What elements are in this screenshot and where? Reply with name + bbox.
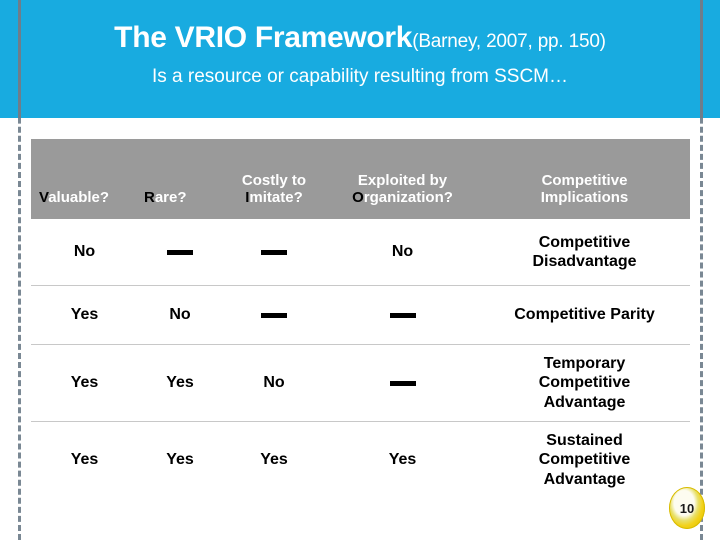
table-header-row: Valuable? Rare? Costly to Imitate? Explo… <box>31 139 690 219</box>
implications-line: Competitive Parity <box>514 306 655 324</box>
implications-line: Advantage <box>543 393 626 411</box>
vrio-table: Valuable? Rare? Costly to Imitate? Explo… <box>31 139 690 498</box>
cell-imitate <box>222 285 326 345</box>
title-citation-text: (Barney, 2007, pp. 150) <box>412 31 606 52</box>
cell-rare: Yes <box>138 344 222 422</box>
cell-organization: No <box>326 219 479 286</box>
column-header-organization-line1: Exploited by <box>357 171 448 189</box>
implications-line: Competitive <box>538 374 631 392</box>
left-guide-line-header-segment <box>18 0 21 118</box>
cell-imitate: No <box>222 344 326 422</box>
slide-header-band: The VRIO Framework(Barney, 2007, pp. 150… <box>0 0 720 118</box>
implications-line: Competitive <box>538 233 631 251</box>
table-row: Yes Yes No Temporary Competitive Advantage <box>31 344 690 422</box>
column-header-competitive-implications: Competitive Implications <box>479 139 690 219</box>
cell-imitate: Yes <box>260 451 288 469</box>
cell-rare: Yes <box>166 451 194 469</box>
cell-implications: Competitive Parity <box>479 285 690 345</box>
dash-icon <box>261 312 287 318</box>
vrio-letter-v: V <box>39 189 49 207</box>
page-subtitle: Is a resource or capability resulting fr… <box>151 65 569 87</box>
column-header-rare: Rare? <box>138 139 222 219</box>
table-row: Yes No Competitive Parity <box>31 285 690 345</box>
page-number-badge: 10 <box>669 487 705 529</box>
column-header-organization-rest: rganization? <box>363 189 453 207</box>
cell-valuable: No <box>31 219 138 286</box>
column-header-costly-to-imitate: Costly to Imitate? <box>222 139 326 219</box>
cell-imitate <box>222 219 326 286</box>
table-row: Yes Yes Yes Yes Sustained Competitive Advantag… <box>31 422 690 499</box>
table-body: No No Competitive Disadvantage Yes No Competit… <box>31 219 690 498</box>
column-header-valuable-rest: aluable? <box>48 189 110 207</box>
dash-icon <box>389 312 416 318</box>
vrio-letter-o: O <box>352 189 364 207</box>
vrio-letter-r: R <box>144 189 155 207</box>
title-main-text: The VRIO Framework <box>114 21 413 54</box>
cell-valuable: Yes <box>70 451 99 469</box>
column-header-implications-line1: Competitive <box>541 171 628 189</box>
dash-icon <box>261 249 287 255</box>
column-header-rare-rest: are? <box>154 189 187 207</box>
column-header-valuable: Valuable? <box>31 139 138 219</box>
implications-line: Sustained <box>546 432 623 450</box>
column-header-implications-line2: Implications <box>540 189 629 207</box>
cell-rare: No <box>138 285 222 345</box>
cell-organization <box>326 285 479 345</box>
right-guide-line-header-segment <box>700 0 703 118</box>
cell-valuable: Yes <box>31 344 138 422</box>
table-header: Valuable? Rare? Costly to Imitate? Explo… <box>31 139 690 219</box>
implications-line: Advantage <box>543 470 626 488</box>
cell-rare <box>138 219 222 286</box>
implications-line: Disadvantage <box>532 253 637 270</box>
table-row: No No Competitive Disadvantage <box>31 219 690 286</box>
cell-implications: Sustained Competitive Advantage <box>479 422 690 499</box>
slide-canvas: The VRIO Framework(Barney, 2007, pp. 150… <box>0 0 720 540</box>
page-number-text: 10 <box>679 500 695 516</box>
cell-implications: Temporary Competitive Advantage <box>479 344 690 422</box>
cell-implications: Competitive Disadvantage <box>479 219 690 286</box>
column-header-imitate-rest: mitate? <box>249 189 303 207</box>
implications-line: Temporary <box>543 355 626 373</box>
column-header-exploited-by-organization: Exploited by Organization? <box>326 139 479 219</box>
cell-organization <box>326 344 479 422</box>
dash-icon <box>167 249 193 255</box>
cell-valuable: Yes <box>31 285 138 345</box>
page-title: The VRIO Framework(Barney, 2007, pp. 150… <box>0 22 720 54</box>
cell-organization: Yes <box>388 451 417 469</box>
column-header-imitate-line1: Costly to <box>241 171 307 189</box>
dash-icon <box>389 380 416 386</box>
implications-line: Competitive <box>538 451 631 469</box>
